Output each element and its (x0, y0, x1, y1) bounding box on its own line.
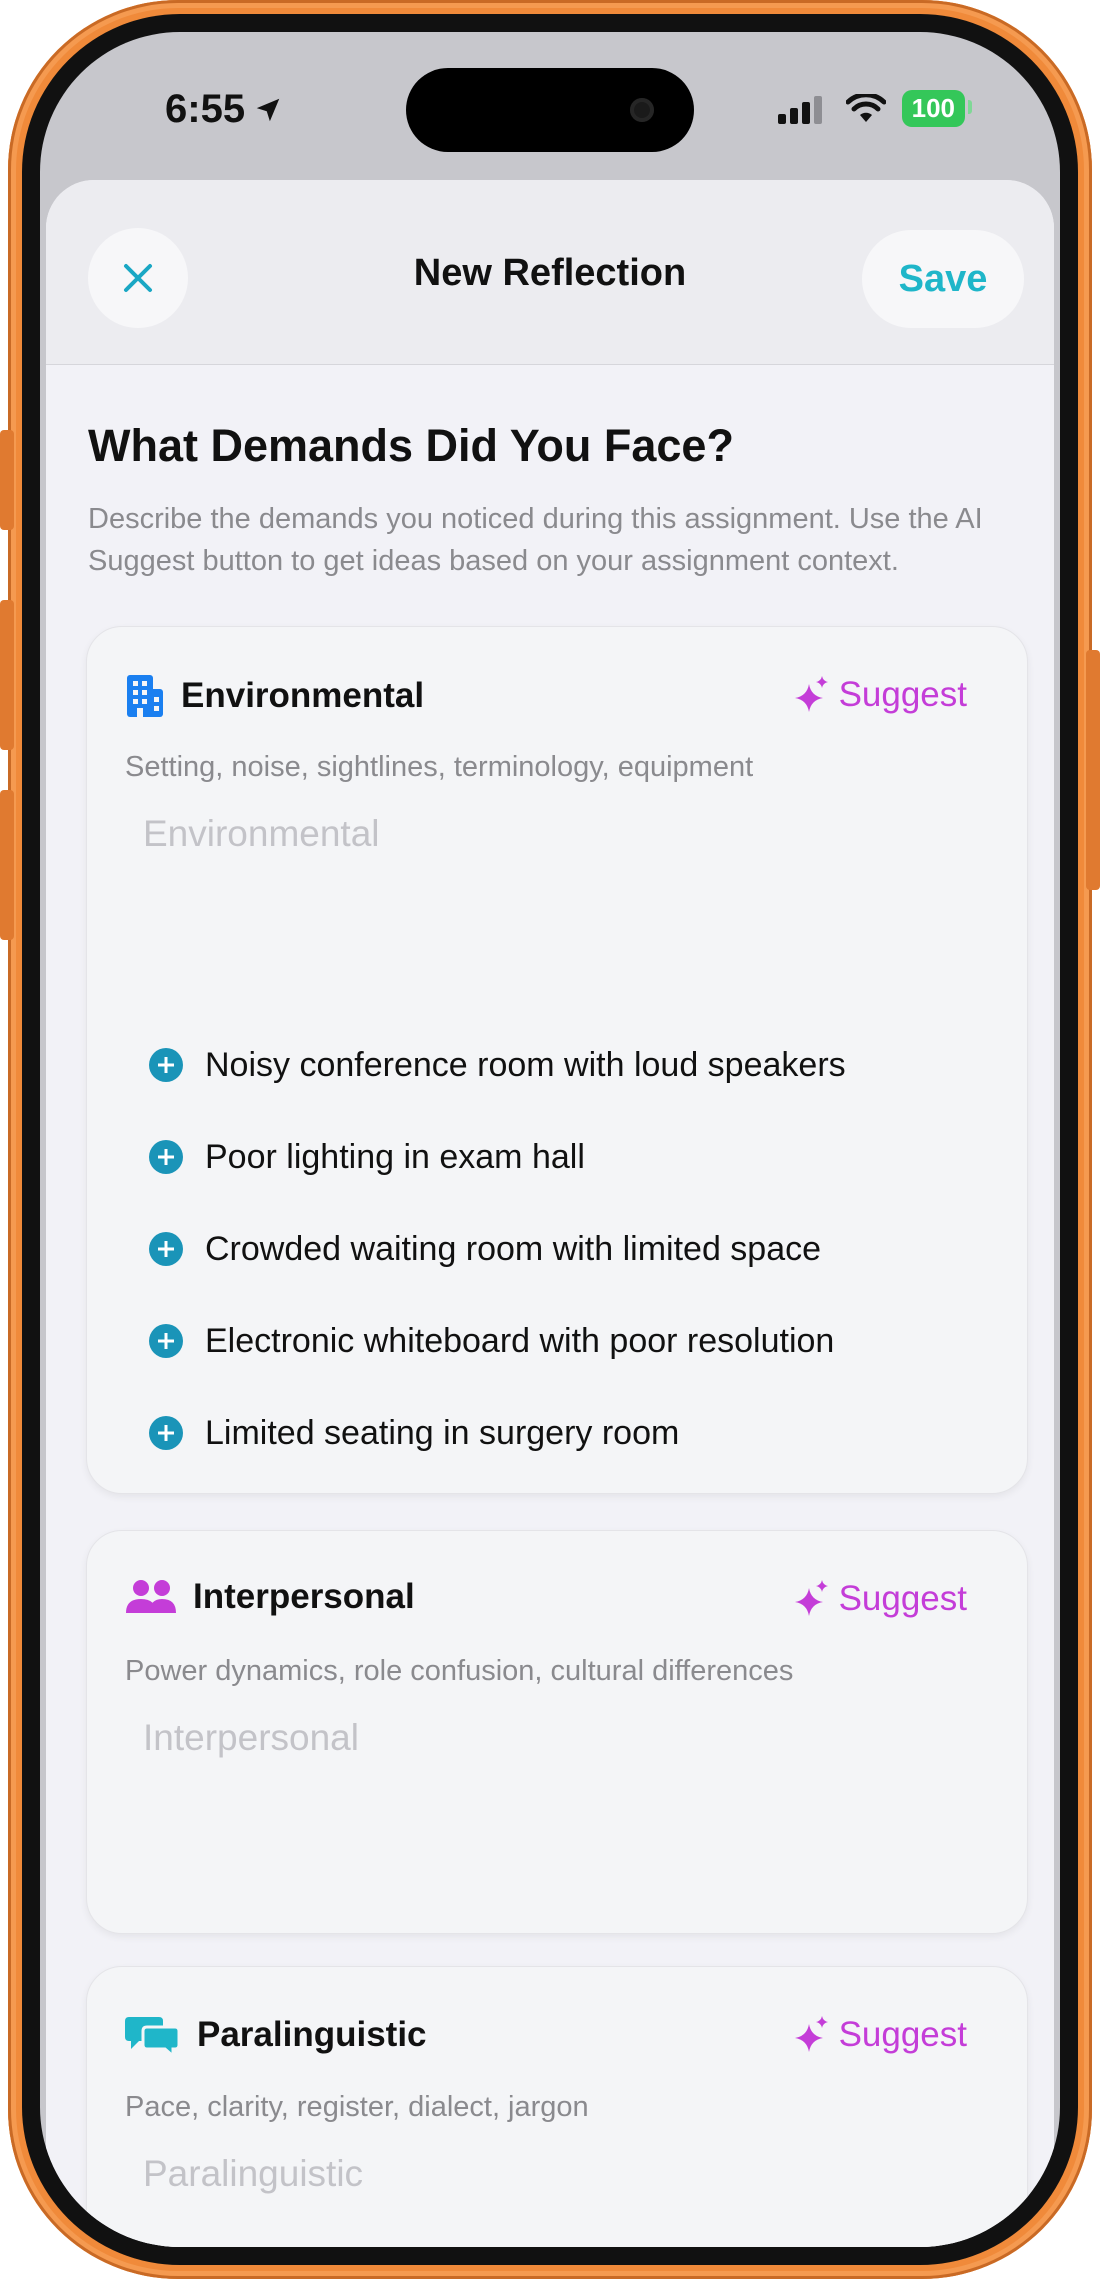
sparkles-icon (794, 1580, 828, 1616)
suggestion-item[interactable]: Poor lighting in exam hall (149, 1111, 846, 1203)
time-text: 6:55 (165, 87, 246, 131)
card-header: Environmental (125, 673, 424, 719)
status-icons: 100 (777, 90, 973, 127)
screen: 6:55 100 New Reflection Save What Demand… (40, 32, 1060, 2247)
suggestion-item[interactable]: Crowded waiting room with limited space (149, 1203, 846, 1295)
suggestion-text: Limited seating in surgery room (205, 1413, 680, 1452)
page-description: Describe the demands you noticed during … (88, 503, 983, 577)
card-title: Paralinguistic (197, 2015, 427, 2054)
suggest-label: Suggest (838, 675, 967, 714)
cellular-signal-icon (777, 95, 822, 124)
card-header: Paralinguistic (125, 2013, 427, 2057)
paralinguistic-card: Paralinguistic Suggest Pace, clarity, re… (86, 1966, 1028, 2247)
suggest-button[interactable]: Suggest (794, 2015, 967, 2055)
card-title: Environmental (181, 676, 425, 715)
suggest-button[interactable]: Suggest (794, 675, 967, 715)
battery-level: 100 (911, 93, 955, 123)
suggestion-item[interactable]: Limited seating in surgery room (149, 1387, 846, 1479)
volume-up-button (0, 600, 14, 750)
interpersonal-card: Interpersonal Suggest Power dynamics, ro… (86, 1530, 1028, 1934)
building-icon (127, 675, 163, 717)
card-title: Interpersonal (193, 1577, 415, 1616)
add-icon (149, 1232, 183, 1266)
suggestion-text: Poor lighting in exam hall (205, 1137, 585, 1176)
card-subtitle: Setting, noise, sightlines, terminology,… (125, 751, 754, 783)
card-subtitle: Power dynamics, role confusion, cultural… (125, 1655, 794, 1687)
card-header: Interpersonal (125, 1577, 415, 1617)
suggest-button[interactable]: Suggest (794, 1579, 967, 1619)
suggest-label: Suggest (838, 1579, 967, 1618)
front-camera (630, 98, 654, 122)
reflection-sheet: New Reflection Save What Demands Did You… (46, 180, 1054, 2247)
chat-bubbles-icon (125, 2017, 181, 2057)
save-button[interactable]: Save (862, 230, 1024, 328)
nav-bar: New Reflection Save (46, 180, 1054, 365)
battery-indicator: 100 (901, 90, 973, 127)
environmental-card: Environmental Suggest Setting, noise, si… (86, 626, 1028, 1494)
paralinguistic-input[interactable]: Paralinguistic (143, 2153, 983, 2195)
suggest-label: Suggest (838, 2015, 967, 2054)
page-title: What Demands Did You Face? (88, 420, 734, 471)
status-time: 6:55 (165, 87, 283, 132)
location-arrow-icon (256, 98, 280, 121)
suggestion-item[interactable]: Noisy conference room with loud speakers (149, 1019, 846, 1111)
sparkles-icon (794, 676, 828, 712)
add-icon (149, 1048, 183, 1082)
power-button (1086, 650, 1100, 890)
add-icon (149, 1324, 183, 1358)
volume-down-button (0, 790, 14, 940)
sparkles-icon (794, 2016, 828, 2052)
action-button (0, 430, 14, 530)
suggestion-text: Crowded waiting room with limited space (205, 1229, 822, 1268)
card-subtitle: Pace, clarity, register, dialect, jargon (125, 2091, 589, 2123)
add-icon (149, 1140, 183, 1174)
suggestion-text: Noisy conference room with loud speakers (205, 1045, 846, 1084)
wifi-icon (845, 93, 886, 122)
suggestion-item[interactable]: Electronic whiteboard with poor resoluti… (149, 1295, 846, 1387)
add-icon (149, 1416, 183, 1450)
interpersonal-input[interactable]: Interpersonal (143, 1717, 983, 1759)
status-bar: 6:55 100 (40, 32, 1060, 182)
people-icon (126, 1580, 176, 1613)
environmental-input[interactable]: Environmental (143, 813, 983, 855)
suggestion-list: Noisy conference room with loud speakers… (149, 1019, 846, 1479)
suggestion-text: Electronic whiteboard with poor resoluti… (205, 1321, 835, 1360)
